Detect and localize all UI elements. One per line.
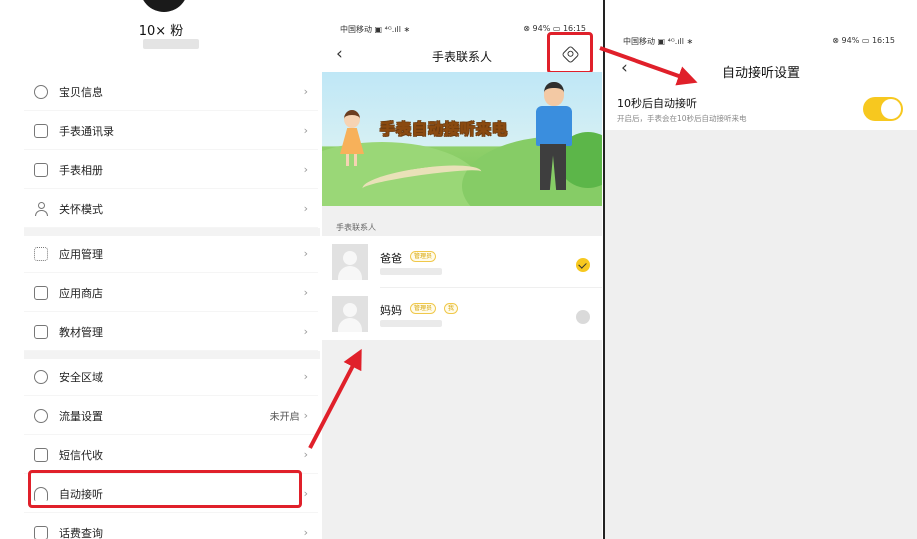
me-badge: 我 [444, 303, 459, 314]
shield-icon [34, 369, 48, 384]
settings-highlight-box [547, 32, 593, 74]
header: 中国移动 ▣ ⁴ᴳ.ıll ∗ ⊗ 94% ▭ 16:15 ‹ 手表联系人 [322, 0, 602, 74]
contact-book-icon [34, 123, 48, 138]
menu-item-app-store[interactable]: 应用商店 › [24, 274, 318, 312]
chevron-right-icon: › [303, 370, 308, 383]
auto-answer-banner: 手表自动接听来电 [322, 72, 602, 206]
menu-item-bill-query[interactable]: 话费查询 › [24, 514, 318, 539]
person-care-icon [34, 201, 48, 216]
blurred-phone [380, 320, 442, 327]
menu-item-label: 话费查询 [59, 526, 103, 539]
selected-check-icon[interactable] [576, 258, 590, 272]
auto-answer-settings-panel: 中国移动 ▣ ⁴ᴳ.ıll ∗ ⊗ 94% ▭ 16:15 ‹ 自动接听设置 1… [603, 0, 917, 539]
menu-item-label: 宝贝信息 [59, 85, 103, 99]
menu-item-safe-zone[interactable]: 安全区域 › [24, 358, 318, 396]
menu-item-label: 短信代收 [59, 448, 103, 462]
menu-item-label: 手表相册 [59, 163, 103, 177]
chevron-right-icon: › [303, 409, 308, 422]
blurred-phone [380, 268, 442, 275]
menu-item-watch-contacts[interactable]: 手表通讯录 › [24, 112, 318, 150]
setting-description: 开启后，手表会在10秒后自动接听来电 [617, 114, 747, 123]
menu-item-label: 教材管理 [59, 325, 103, 339]
data-flow-icon [34, 408, 48, 423]
chevron-right-icon: › [303, 448, 308, 461]
contact-row-dad[interactable]: 爸爸 管理员 [322, 236, 602, 288]
contact-name: 妈妈 [380, 304, 402, 317]
menu-item-app-management[interactable]: 应用管理 › [24, 235, 318, 273]
girl-figure [344, 110, 360, 128]
admin-badge: 管理员 [410, 251, 437, 262]
menu-item-baby-info[interactable]: 宝贝信息 › [24, 73, 318, 111]
menu-item-sms-collection[interactable]: 短信代收 › [24, 436, 318, 474]
man-figure [544, 82, 564, 106]
section-label: 手表联系人 [336, 223, 376, 232]
chevron-right-icon: › [303, 247, 308, 260]
girl-figure [346, 154, 349, 166]
bill-icon [34, 525, 48, 539]
man-figure [536, 106, 572, 146]
contact-avatar [332, 296, 368, 332]
menu-item-data-settings[interactable]: 流量设置 未开启 › [24, 397, 318, 435]
admin-badge: 管理员 [410, 303, 437, 314]
chevron-right-icon: › [303, 526, 308, 539]
banner-title: 手表自动接听来电 [380, 120, 509, 139]
store-icon [34, 285, 48, 300]
contact-avatar [332, 244, 368, 280]
menu-item-care-mode[interactable]: 关怀模式 › [24, 190, 318, 228]
settings-menu-panel: 10× 粉 宝贝信息 › 手表通讯录 › 手表相册 › 关怀模式 › 应用管理 … [0, 0, 322, 539]
avatar[interactable] [140, 0, 188, 12]
blurred-account-id [143, 39, 199, 49]
profile-name: 10× 粉 [138, 24, 184, 39]
app-grid-icon [34, 246, 48, 261]
chevron-right-icon: › [303, 286, 308, 299]
menu-item-watch-album[interactable]: 手表相册 › [24, 151, 318, 189]
menu-item-label: 应用商店 [59, 286, 103, 300]
chevron-right-icon: › [303, 487, 308, 500]
unselected-radio-icon[interactable] [576, 310, 590, 324]
contact-row-mom[interactable]: 妈妈 管理员 我 [322, 288, 602, 340]
auto-answer-setting-row: 10秒后自动接听 开启后，手表会在10秒后自动接听来电 [605, 88, 917, 130]
menu-item-textbook-management[interactable]: 教材管理 › [24, 313, 318, 351]
menu-item-label: 流量设置 [59, 409, 103, 423]
auto-answer-toggle[interactable] [863, 97, 903, 121]
header: 中国移动 ▣ ⁴ᴳ.ıll ∗ ⊗ 94% ▭ 16:15 ‹ 自动接听设置 [605, 0, 917, 88]
chevron-right-icon: › [303, 163, 308, 176]
photo-icon [34, 162, 48, 177]
status-bar: 中国移动 ▣ ⁴ᴳ.ıll ∗ ⊗ 94% ▭ 16:15 [605, 36, 917, 50]
chevron-right-icon: › [303, 124, 308, 137]
menu-item-label: 安全区域 [59, 370, 103, 384]
menu-item-label: 手表通讯录 [59, 124, 114, 138]
chevron-right-icon: › [303, 325, 308, 338]
menu-item-label: 应用管理 [59, 247, 103, 261]
carrier-status: 中国移动 ▣ ⁴ᴳ.ıll ∗ [623, 37, 694, 46]
book-icon [34, 324, 48, 339]
setting-title: 10秒后自动接听 [617, 97, 697, 110]
page-title: 自动接听设置 [721, 66, 800, 81]
watch-contacts-panel: 中国移动 ▣ ⁴ᴳ.ıll ∗ ⊗ 94% ▭ 16:15 ‹ 手表联系人 手表… [322, 0, 602, 539]
data-status-value: 未开启 [269, 412, 300, 423]
menu-item-label: 关怀模式 [59, 202, 103, 216]
auto-answer-highlight-box [28, 470, 302, 508]
girl-figure [340, 128, 364, 154]
message-icon [34, 447, 48, 462]
face-icon [34, 84, 48, 99]
chevron-right-icon: › [303, 202, 308, 215]
carrier-status: 中国移动 ▣ ⁴ᴳ.ıll ∗ [340, 25, 411, 34]
chevron-right-icon: › [303, 85, 308, 98]
contact-name: 爸爸 [380, 252, 402, 265]
battery-time-status: ⊗ 94% ▭ 16:15 [832, 36, 895, 45]
contact-list: 爸爸 管理员 妈妈 管理员 我 [322, 236, 602, 340]
